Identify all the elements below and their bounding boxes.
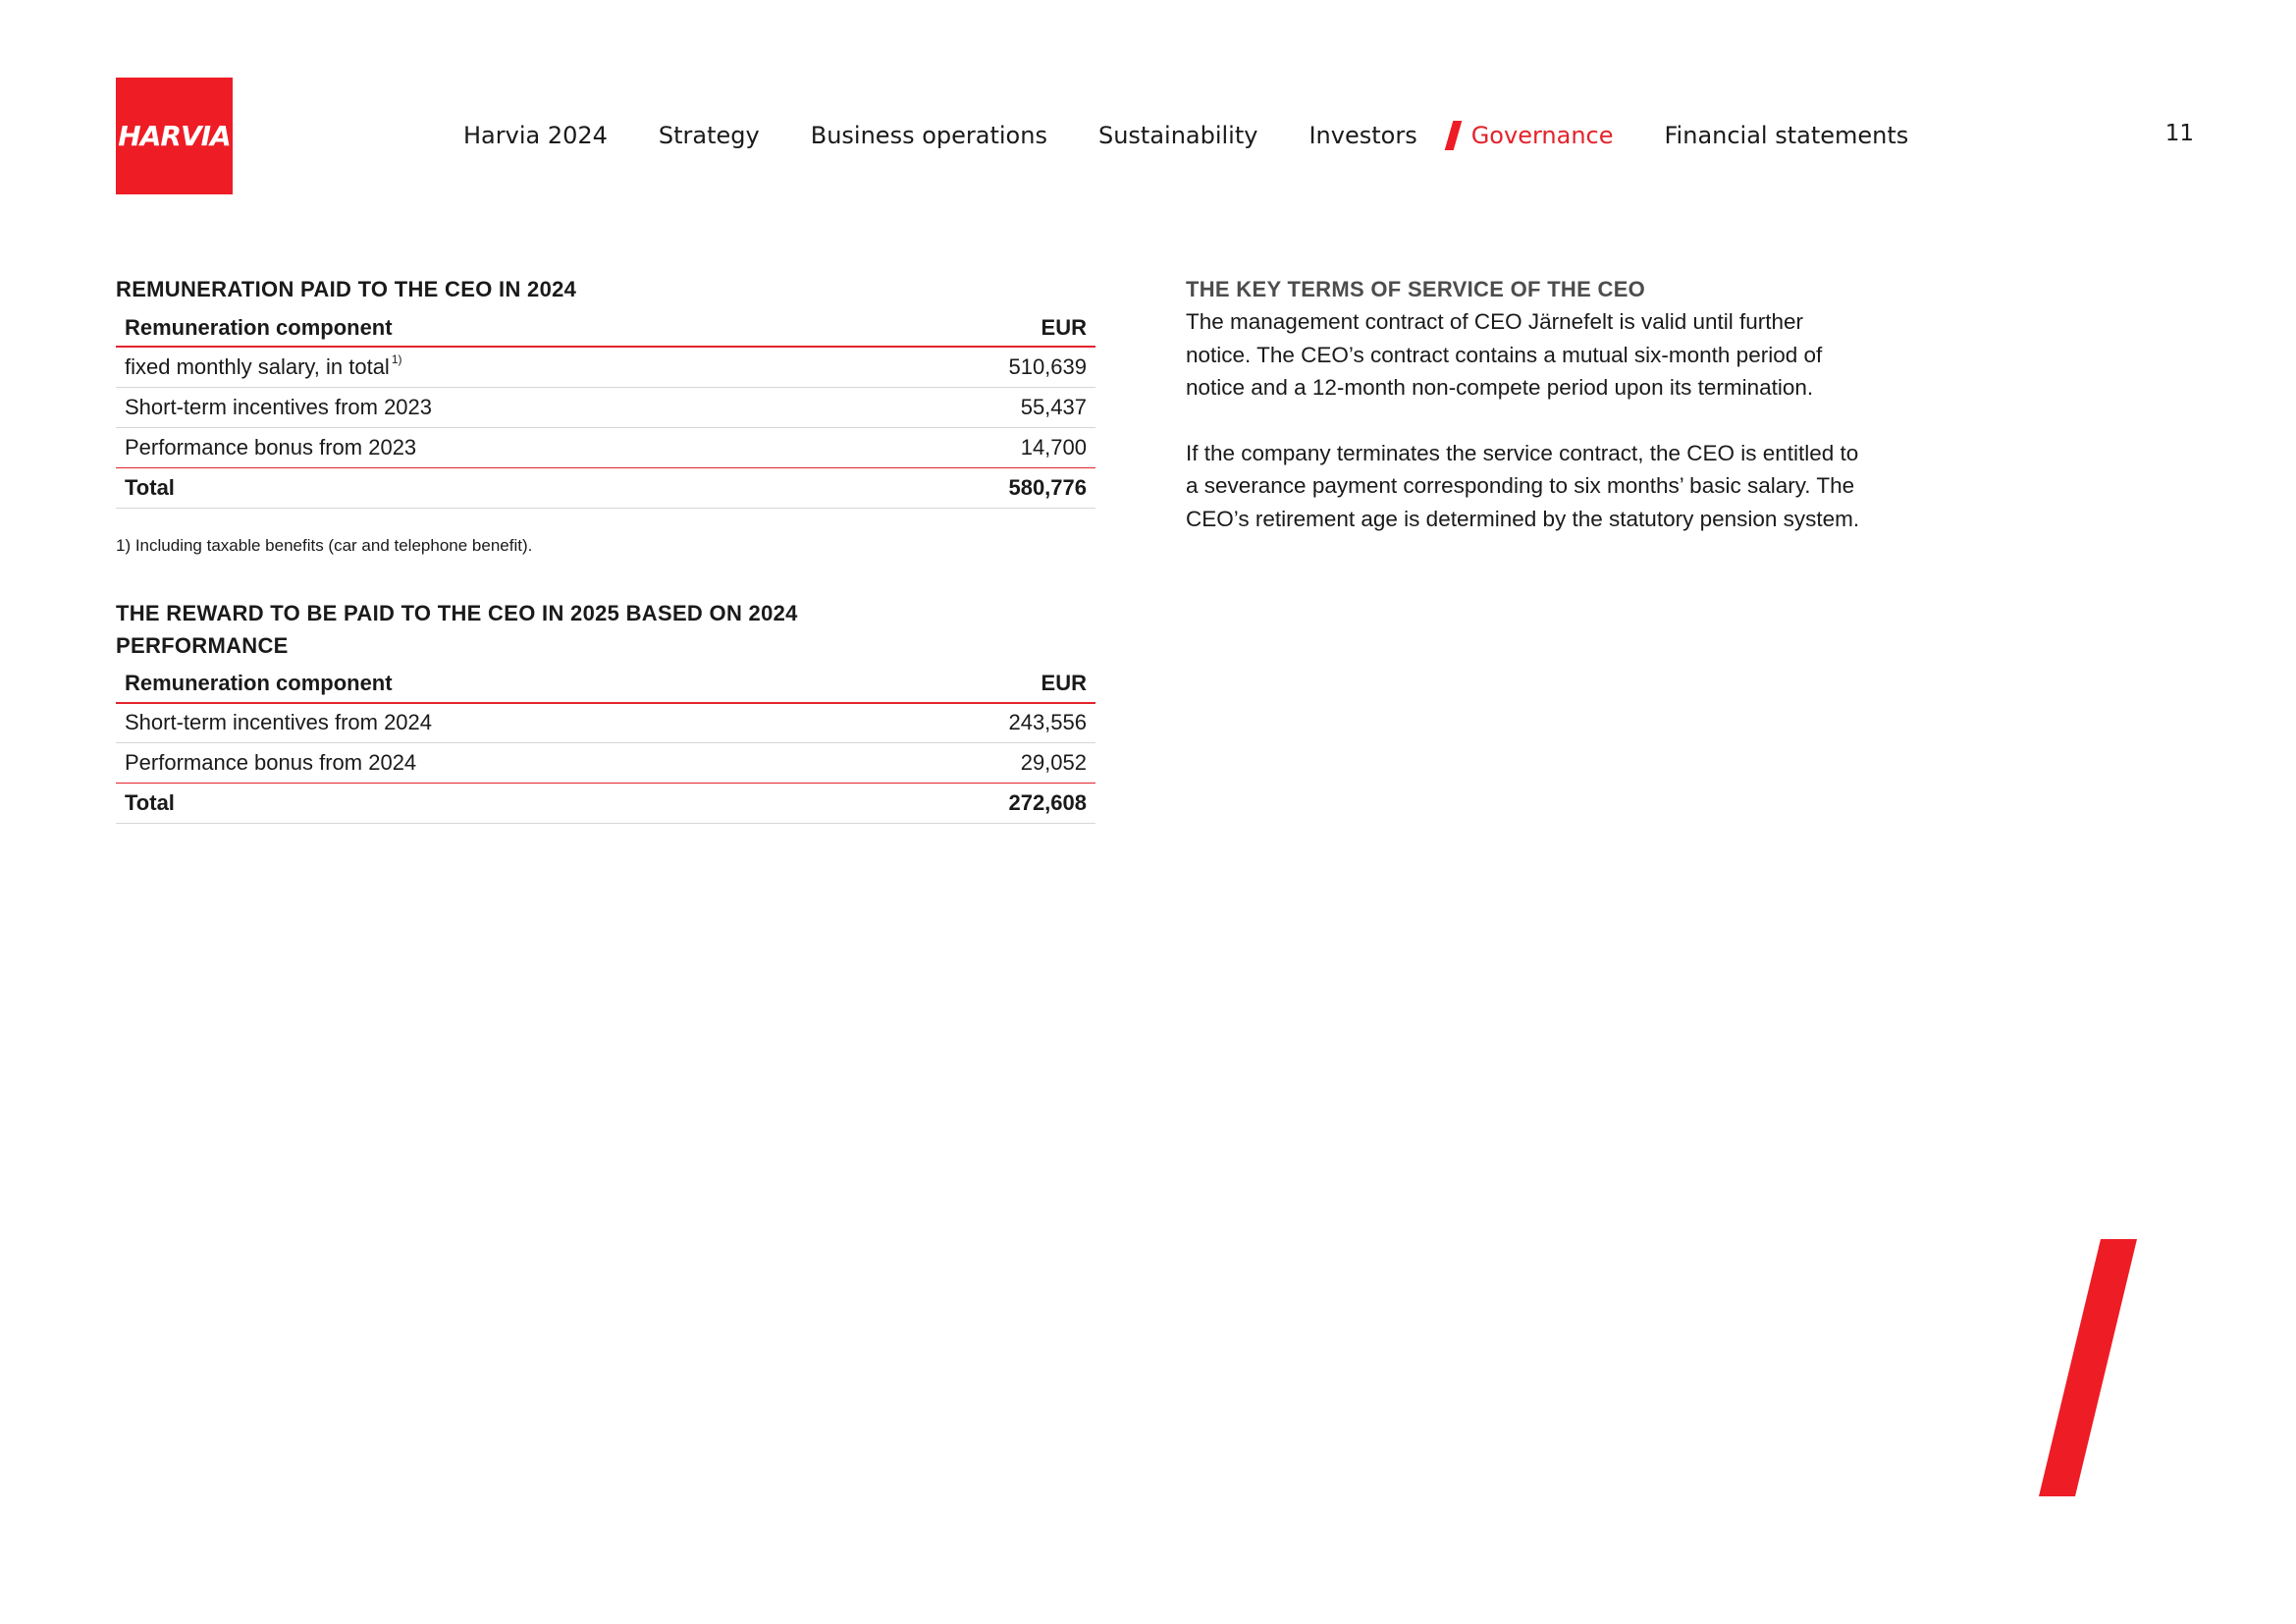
footnote-mark: 1) — [391, 352, 402, 366]
total-label: Total — [116, 783, 873, 824]
row-label: Performance bonus from 2024 — [116, 742, 873, 784]
nav-item-sustainability[interactable]: Sustainability — [1098, 122, 1258, 149]
row-label-text: fixed monthly salary, in total — [125, 353, 390, 379]
total-row: Total 272,608 — [116, 783, 1095, 824]
footnote: 1) Including taxable benefits (car and t… — [116, 535, 533, 555]
active-slash-icon — [1444, 121, 1463, 150]
total-value: 272,608 — [872, 783, 1095, 824]
column-header-eur: EUR — [872, 665, 1095, 704]
column-header-component: Remuneration component — [116, 309, 873, 348]
table-row: Short-term incentives from 2023 55,437 — [116, 387, 1095, 428]
section-2: THE REWARD TO BE PAID TO THE CEO IN 2025… — [116, 597, 1095, 824]
nav-item-business-operations[interactable]: Business operations — [811, 122, 1047, 149]
reward-2025-table: Remuneration component EUR Short-term in… — [116, 665, 1095, 824]
row-value: 14,700 — [872, 427, 1095, 468]
page: HARVIA Harvia 2024 Strategy Business ope… — [0, 0, 2296, 1624]
left-column: REMUNERATION PAID TO THE CEO IN 2024 Rem… — [116, 273, 1095, 824]
table-row: Performance bonus from 2023 14,700 — [116, 427, 1095, 468]
table2-title: THE REWARD TO BE PAID TO THE CEO IN 2025… — [116, 600, 798, 658]
row-label: Performance bonus from 2023 — [116, 427, 873, 468]
table-row: Short-term incentives from 2024 243,556 — [116, 702, 1095, 743]
row-label: fixed monthly salary, in total 1) — [116, 347, 873, 388]
column-header-eur: EUR — [872, 309, 1095, 348]
nav-item-investors[interactable]: Investors — [1308, 122, 1416, 149]
table-row: fixed monthly salary, in total 1) 510,639 — [116, 347, 1095, 388]
column-header-component: Remuneration component — [116, 665, 873, 704]
key-terms-paragraph-2: If the company terminates the service co… — [1186, 440, 1860, 531]
total-value: 580,776 — [872, 467, 1095, 509]
nav-item-strategy[interactable]: Strategy — [659, 122, 760, 149]
total-label: Total — [116, 467, 873, 509]
row-value: 29,052 — [872, 742, 1095, 784]
table-header-row: Remuneration component EUR — [116, 309, 1095, 348]
table-header-row: Remuneration component EUR — [116, 665, 1095, 704]
row-value: 243,556 — [872, 702, 1095, 743]
key-terms-title: THE KEY TERMS OF SERVICE OF THE CEO — [1186, 277, 1646, 301]
top-nav: Harvia 2024 Strategy Business operations… — [463, 116, 1959, 155]
row-label: Short-term incentives from 2023 — [116, 387, 873, 428]
table1-title: REMUNERATION PAID TO THE CEO IN 2024 — [116, 277, 577, 301]
row-value: 510,639 — [872, 347, 1095, 388]
row-label: Short-term incentives from 2024 — [116, 702, 873, 743]
decorative-slash — [2039, 1239, 2137, 1496]
table-row: Performance bonus from 2024 29,052 — [116, 742, 1095, 784]
total-row: Total 580,776 — [116, 467, 1095, 509]
row-value: 55,437 — [872, 387, 1095, 428]
nav-item-harvia-2024[interactable]: Harvia 2024 — [463, 122, 608, 149]
nav-item-financial-statements[interactable]: Financial statements — [1665, 122, 1909, 149]
harvia-logo[interactable]: HARVIA — [116, 78, 233, 194]
page-number: 11 — [2164, 121, 2194, 146]
key-terms-paragraph-1: The management contract of CEO Järnefelt… — [1186, 309, 1823, 400]
right-column: THE KEY TERMS OF SERVICE OF THE CEO The … — [1186, 273, 1873, 535]
remuneration-paid-table: Remuneration component EUR fixed monthly… — [116, 309, 1095, 509]
nav-item-governance[interactable]: Governance — [1471, 122, 1614, 149]
